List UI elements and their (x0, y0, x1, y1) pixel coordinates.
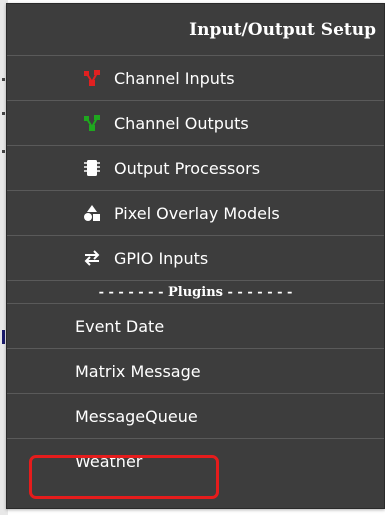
menu-item-label: Channel Inputs (114, 68, 235, 88)
menu-item-matrix-message[interactable]: Matrix Message (7, 349, 384, 394)
menu-item-label: Output Processors (114, 158, 261, 178)
menu-item-weather[interactable]: Weather (7, 439, 384, 483)
menu-header: Input/Output Setup (7, 4, 384, 56)
menu-item-channel-inputs[interactable]: Channel Inputs (7, 56, 384, 101)
background-page-mark (2, 78, 5, 81)
menu-item-pixel-overlay-models[interactable]: Pixel Overlay Models (7, 191, 384, 236)
menu-item-label: GPIO Inputs (114, 248, 209, 268)
menu-item-channel-outputs[interactable]: Channel Outputs (7, 101, 384, 146)
menu-item-output-processors[interactable]: Output Processors (7, 146, 384, 191)
menu-item-label: Channel Outputs (114, 113, 249, 133)
input-output-dropdown-menu: Input/Output Setup Channel Inputs Channe (6, 3, 385, 509)
background-page-mark (2, 112, 5, 115)
background-page-mark (2, 330, 5, 344)
menu-item-messagequeue[interactable]: MessageQueue (7, 394, 384, 439)
menu-item-label: Event Date (75, 316, 165, 336)
channel-outputs-icon (82, 113, 102, 133)
menu-item-label: Matrix Message (75, 361, 201, 381)
channel-inputs-icon (82, 68, 102, 88)
menu-item-label: Pixel Overlay Models (114, 203, 280, 223)
menu-item-event-date[interactable]: Event Date (7, 304, 384, 349)
background-page-mark (2, 150, 5, 153)
swap-arrows-icon (82, 248, 102, 268)
menu-item-label: Weather (75, 451, 143, 471)
menu-item-label: MessageQueue (75, 406, 198, 426)
menu-item-gpio-inputs[interactable]: GPIO Inputs (7, 236, 384, 281)
plugins-divider-label: - - - - - - - Plugins - - - - - - - (98, 284, 293, 300)
plugins-divider: - - - - - - - Plugins - - - - - - - (7, 281, 384, 304)
shapes-icon (82, 203, 102, 223)
chip-icon (82, 158, 102, 178)
menu-header-title: Input/Output Setup (189, 19, 376, 40)
